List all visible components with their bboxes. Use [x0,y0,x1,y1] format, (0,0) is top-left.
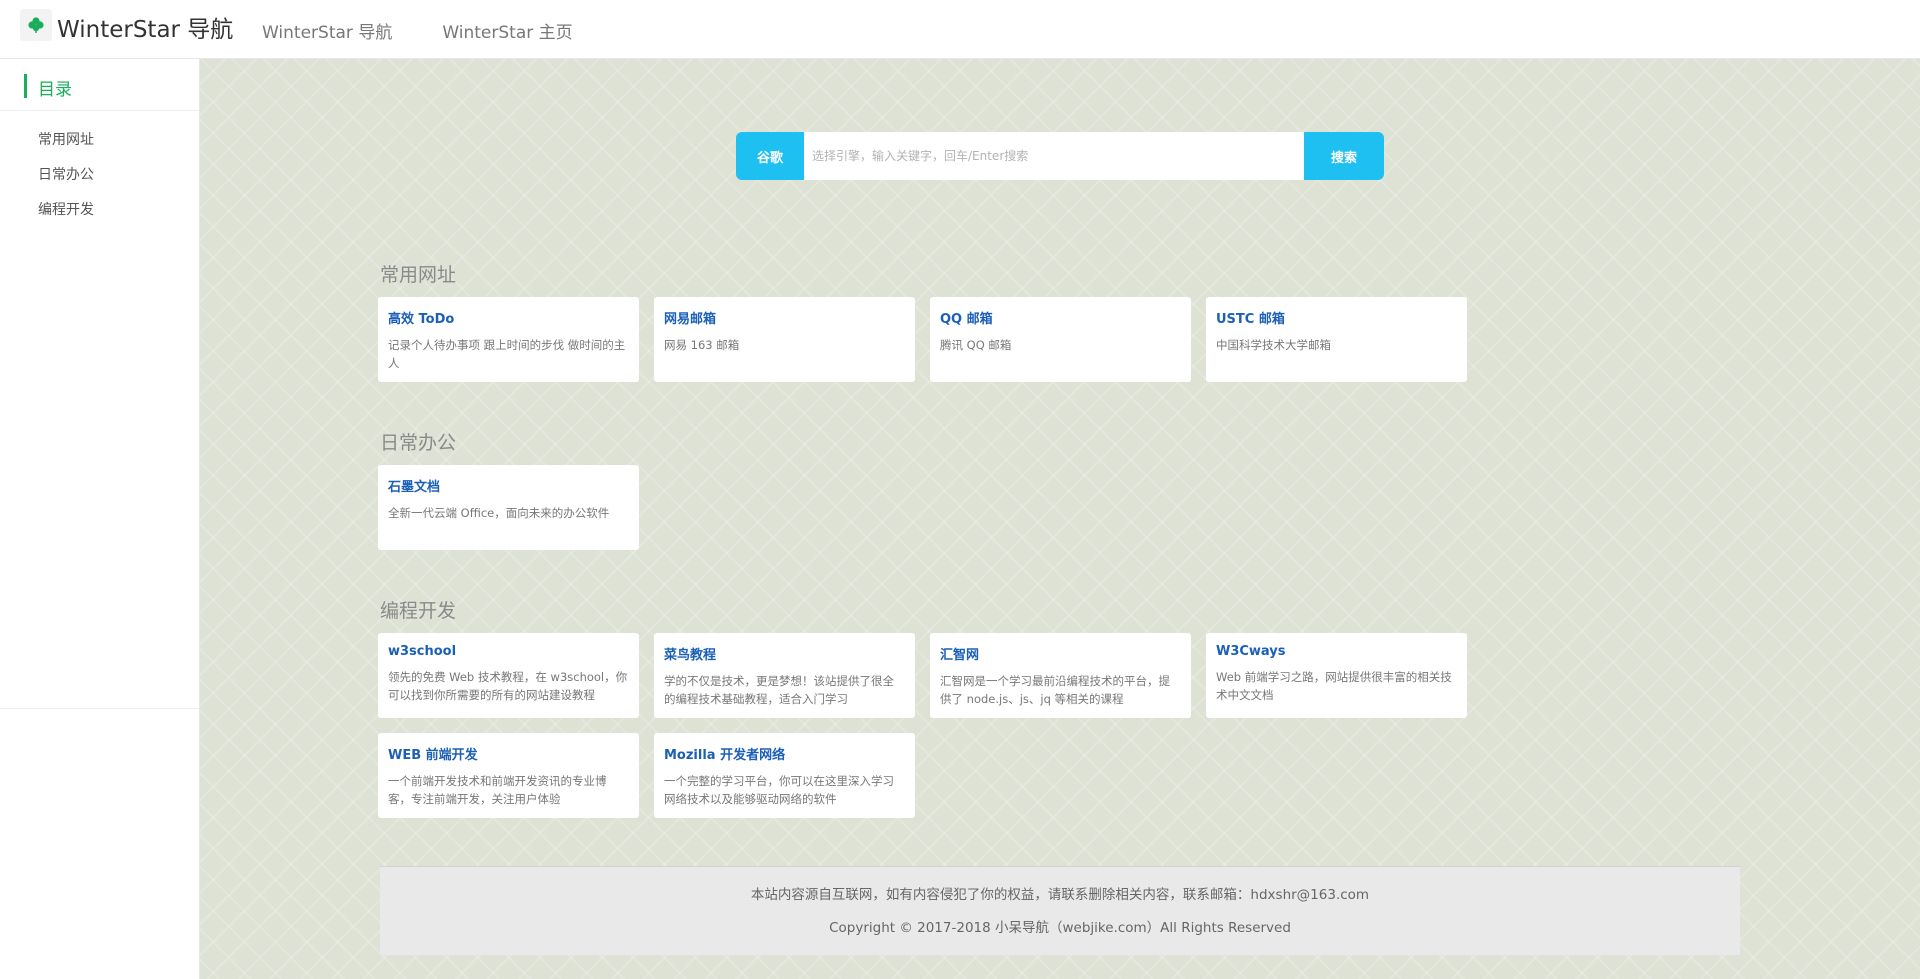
site-card[interactable]: QQ 邮箱 腾讯 QQ 邮箱 [930,297,1191,382]
card-description: Web 前端学习之路，网站提供很丰富的相关技术中文文档 [1216,670,1452,702]
site-brand[interactable]: WinterStar 导航 [57,10,233,44]
card-title[interactable]: w3school [388,644,629,659]
card-description: 网易 163 邮箱 [664,338,740,352]
site-card[interactable]: 高效 ToDo 记录个人待办事项 跟上时间的步伐 做时间的主人 [378,297,639,382]
search-bar: 谷歌 搜索 [736,132,1384,180]
section-title: 日常办公 [380,432,457,454]
card-description: 腾讯 QQ 邮箱 [940,338,1012,352]
top-nav: WinterStar 导航 WinterStar 主页 [262,18,623,43]
card-title[interactable]: 高效 ToDo [388,308,629,327]
site-card[interactable]: WEB 前端开发 一个前端开发技术和前端开发资讯的专业博客，专注前端开发，关注用… [378,733,639,818]
page-footer: 本站内容源自互联网，如有内容侵犯了你的权益，请联系删除相关内容，联系邮箱：hdx… [380,866,1740,955]
card-description: 一个前端开发技术和前端开发资讯的专业博客，专注前端开发，关注用户体验 [388,774,607,806]
sidebar-menu: 常用网址 日常办公 编程开发 [0,111,199,228]
card-description: 全新一代云端 Office，面向未来的办公软件 [388,506,610,520]
sidebar-item-daily-office[interactable]: 日常办公 [0,158,199,193]
card-description: 汇智网是一个学习最前沿编程技术的平台，提供了 node.js、js、jq 等相关… [940,674,1170,706]
active-indicator [24,74,27,98]
card-title[interactable]: USTC 邮箱 [1216,308,1457,327]
card-list: 高效 ToDo 记录个人待办事项 跟上时间的步伐 做时间的主人 网易邮箱 网易 … [378,297,1744,397]
site-card[interactable]: w3school 领先的免费 Web 技术教程，在 w3school，你可以找到… [378,633,639,718]
footer-copyright: Copyright © 2017-2018 小呆导航（webjike.com）A… [829,920,1291,936]
card-title[interactable]: W3Cways [1216,644,1457,659]
site-card[interactable]: Mozilla 开发者网络 一个完整的学习平台，你可以在这里深入学习网络技术以及… [654,733,915,818]
card-description: 中国科学技术大学邮箱 [1216,338,1331,352]
section-common-sites: 常用网址 高效 ToDo 记录个人待办事项 跟上时间的步伐 做时间的主人 网易邮… [378,261,1744,397]
card-description: 领先的免费 Web 技术教程，在 w3school，你可以找到你所需要的所有的网… [388,670,628,702]
sidebar-item-programming[interactable]: 编程开发 [0,193,199,228]
nav-link-nav[interactable]: WinterStar 导航 [262,18,392,43]
site-card[interactable]: 石墨文档 全新一代云端 Office，面向未来的办公软件 [378,465,639,550]
section-title: 编程开发 [380,600,457,622]
search-input[interactable] [804,132,1304,180]
card-description: 记录个人待办事项 跟上时间的步伐 做时间的主人 [388,338,626,370]
site-card[interactable]: 汇智网 汇智网是一个学习最前沿编程技术的平台，提供了 node.js、js、jq… [930,633,1191,718]
card-description: 学的不仅是技术，更是梦想！该站提供了很全的编程技术基础教程，适合入门学习 [664,674,894,706]
search-button[interactable]: 搜索 [1304,132,1384,180]
section-programming: 编程开发 w3school 领先的免费 Web 技术教程，在 w3school，… [378,597,1744,833]
section-daily-office: 日常办公 石墨文档 全新一代云端 Office，面向未来的办公软件 [378,429,1744,565]
card-title[interactable]: 石墨文档 [388,476,629,495]
site-card[interactable]: W3Cways Web 前端学习之路，网站提供很丰富的相关技术中文文档 [1206,633,1467,718]
sidebar-title[interactable]: 目录 [38,75,72,100]
sidebar-header: 目录 [0,59,199,111]
sidebar-item-common-sites[interactable]: 常用网址 [0,123,199,158]
card-list: w3school 领先的免费 Web 技术教程，在 w3school，你可以找到… [378,633,1744,833]
card-title[interactable]: QQ 邮箱 [940,308,1181,327]
card-title[interactable]: 网易邮箱 [664,308,905,327]
card-list: 石墨文档 全新一代云端 Office，面向未来的办公软件 [378,465,1744,565]
card-description: 一个完整的学习平台，你可以在这里深入学习网络技术以及能够驱动网络的软件 [664,774,894,806]
site-card[interactable]: 菜鸟教程 学的不仅是技术，更是梦想！该站提供了很全的编程技术基础教程，适合入门学… [654,633,915,718]
site-card[interactable]: 网易邮箱 网易 163 邮箱 [654,297,915,382]
top-header: WinterStar 导航 WinterStar 导航 WinterStar 主… [0,0,1920,59]
sidebar: 目录 常用网址 日常办公 编程开发 [0,59,200,979]
card-title[interactable]: 菜鸟教程 [664,644,905,663]
card-title[interactable]: 汇智网 [940,644,1181,663]
card-title[interactable]: WEB 前端开发 [388,744,629,763]
card-title[interactable]: Mozilla 开发者网络 [664,744,905,763]
search-engine-selector[interactable]: 谷歌 [736,132,804,180]
sidebar-divider [0,708,200,709]
nav-link-home[interactable]: WinterStar 主页 [442,18,572,43]
section-title: 常用网址 [380,264,457,286]
clover-icon[interactable] [20,9,52,41]
site-card[interactable]: USTC 邮箱 中国科学技术大学邮箱 [1206,297,1467,382]
footer-disclaimer: 本站内容源自互联网，如有内容侵犯了你的权益，请联系删除相关内容，联系邮箱：hdx… [750,887,1370,903]
